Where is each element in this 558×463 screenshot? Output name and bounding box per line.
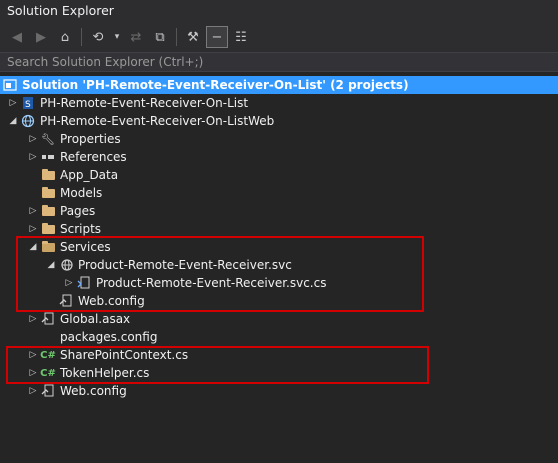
tree-item-label: Web.config (78, 294, 145, 308)
tree-item-packages-config[interactable]: packages.config (0, 328, 558, 346)
expand-arrow-icon[interactable]: ▷ (26, 350, 40, 360)
expand-arrow-icon[interactable]: ▷ (26, 206, 40, 216)
collapse-arrow-icon[interactable]: ◢ (6, 116, 20, 126)
folder-icon (40, 185, 56, 201)
home-icon[interactable]: ⌂ (54, 26, 76, 48)
search-input[interactable]: Search Solution Explorer (Ctrl+;) (0, 52, 558, 72)
csharp-icon: C# (40, 367, 56, 379)
tree-item-web-project[interactable]: ◢ PH-Remote-Event-Receiver-On-ListWeb (0, 112, 558, 130)
tree-item-models[interactable]: Models (0, 184, 558, 202)
config-icon (40, 383, 56, 399)
tree-item-label: Scripts (60, 222, 102, 236)
sharepoint-project-icon: S (20, 95, 36, 111)
expand-arrow-icon[interactable]: ▷ (26, 368, 40, 378)
tree-item-references[interactable]: ▷ References (0, 148, 558, 166)
tree-item-services-web-config[interactable]: Web.config (0, 292, 558, 310)
folder-open-icon (40, 239, 56, 255)
window-title: Solution Explorer (0, 0, 558, 22)
config-icon (40, 311, 56, 327)
history-icon[interactable]: ⟲ (87, 26, 109, 48)
tree-item-label: App_Data (60, 168, 119, 182)
service-icon (58, 257, 74, 273)
tree-item-svc[interactable]: ◢ Product-Remote-Event-Receiver.svc (0, 256, 558, 274)
references-icon (40, 149, 56, 165)
solution-icon (2, 77, 18, 93)
toolbar: ◀ ▶ ⌂ ⟲ ▾ ⇄ ⧉ ⚒ − ☷ (0, 22, 558, 52)
code-file-icon (76, 275, 92, 291)
back-icon[interactable]: ◀ (6, 26, 28, 48)
expand-arrow-icon[interactable]: ▷ (26, 314, 40, 324)
collapse-all-icon[interactable]: ⧉ (149, 26, 171, 48)
expand-arrow-icon[interactable]: ▷ (62, 278, 76, 288)
chevron-down-icon[interactable]: ▾ (111, 26, 123, 48)
tree-item-label: Product-Remote-Event-Receiver.svc (78, 258, 292, 272)
tree-item-label: Properties (60, 132, 121, 146)
tree-item-label: References (60, 150, 127, 164)
tree-item-app-data[interactable]: App_Data (0, 166, 558, 184)
svg-text:S: S (25, 100, 31, 110)
tree-item-sharepointcontext[interactable]: ▷ C# SharePointContext.cs (0, 346, 558, 364)
file-icon (40, 329, 56, 345)
expand-arrow-icon[interactable]: ▷ (26, 224, 40, 234)
tree-item-label: Web.config (60, 384, 127, 398)
tree-item-label: Solution 'PH-Remote-Event-Receiver-On-Li… (22, 78, 409, 92)
config-icon (58, 293, 74, 309)
tree-item-svc-cs[interactable]: ▷ Product-Remote-Event-Receiver.svc.cs (0, 274, 558, 292)
folder-icon (40, 167, 56, 183)
show-all-files-icon[interactable]: − (206, 26, 228, 48)
tree-item-solution[interactable]: Solution 'PH-Remote-Event-Receiver-On-Li… (0, 76, 558, 94)
tree-item-label: Services (60, 240, 111, 254)
tree-item-label: Pages (60, 204, 96, 218)
folder-icon (40, 203, 56, 219)
forward-icon[interactable]: ▶ (30, 26, 52, 48)
tree-item-pages[interactable]: ▷ Pages (0, 202, 558, 220)
class-view-icon[interactable]: ☷ (230, 26, 252, 48)
tree-item-label: Product-Remote-Event-Receiver.svc.cs (96, 276, 327, 290)
expand-arrow-icon[interactable]: ▷ (26, 152, 40, 162)
toolbar-separator (176, 28, 177, 46)
wrench-icon: 🔧︎ (41, 132, 55, 146)
tree-item-tokenhelper[interactable]: ▷ C# TokenHelper.cs (0, 364, 558, 382)
tree-item-project[interactable]: ▷ S PH-Remote-Event-Receiver-On-List (0, 94, 558, 112)
folder-icon (40, 221, 56, 237)
expand-arrow-icon[interactable]: ▷ (26, 134, 40, 144)
expand-arrow-icon[interactable]: ▷ (6, 98, 20, 108)
tree-item-scripts[interactable]: ▷ Scripts (0, 220, 558, 238)
collapse-arrow-icon[interactable]: ◢ (26, 242, 40, 252)
tree-item-services[interactable]: ◢ Services (0, 238, 558, 256)
properties-icon[interactable]: ⚒ (182, 26, 204, 48)
tree-item-label: SharePointContext.cs (60, 348, 189, 362)
sync-icon[interactable]: ⇄ (125, 26, 147, 48)
web-project-icon (20, 113, 36, 129)
tree-item-label: PH-Remote-Event-Receiver-On-ListWeb (40, 114, 275, 128)
expand-arrow-icon[interactable]: ▷ (26, 386, 40, 396)
tree-item-label: Global.asax (60, 312, 131, 326)
toolbar-separator (81, 28, 82, 46)
tree-item-global-asax[interactable]: ▷ Global.asax (0, 310, 558, 328)
tree-item-label: Models (60, 186, 103, 200)
tree-item-web-config[interactable]: ▷ Web.config (0, 382, 558, 400)
collapse-arrow-icon[interactable]: ◢ (44, 260, 58, 270)
csharp-icon: C# (40, 349, 56, 361)
tree-item-label: PH-Remote-Event-Receiver-On-List (40, 96, 249, 110)
tree-item-label: TokenHelper.cs (60, 366, 150, 380)
tree-item-label: packages.config (60, 330, 158, 344)
tree-item-properties[interactable]: ▷ 🔧︎ Properties (0, 130, 558, 148)
